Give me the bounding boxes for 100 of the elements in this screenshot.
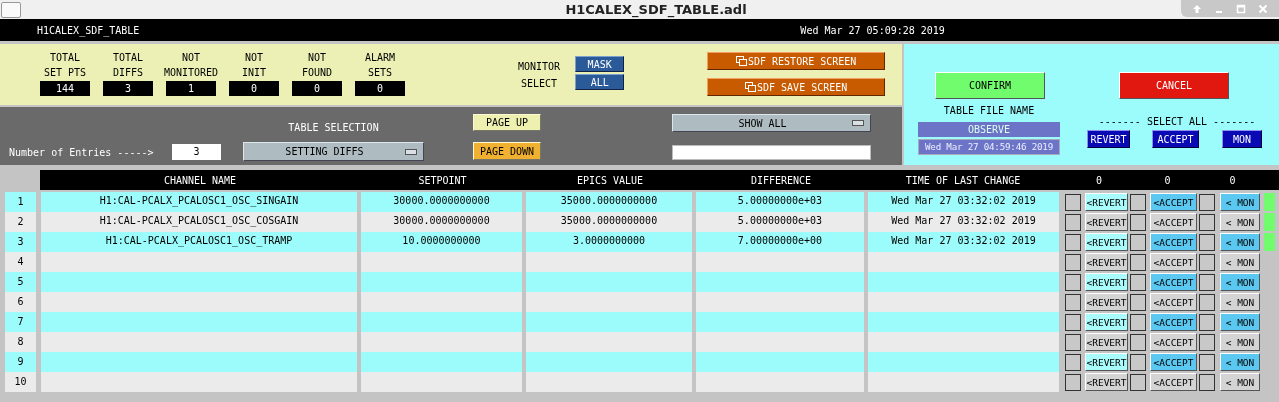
accept-button[interactable]: <ACCEPT — [1150, 233, 1197, 251]
dropdown[interactable]: SHOW ALL — [672, 114, 871, 132]
checkbox[interactable] — [1065, 373, 1081, 391]
checkbox[interactable] — [1199, 193, 1215, 211]
revert-button[interactable]: <REVERT — [1085, 313, 1128, 331]
page-button[interactable]: PAGE UP — [473, 114, 541, 131]
channel-name-cell: H1:CAL-PCALX_PCALOSC1_OSC_SINGAIN — [41, 192, 357, 212]
monitor-option[interactable]: ALL — [575, 74, 625, 90]
close-icon — [1258, 3, 1268, 14]
mon-button[interactable]: < MON — [1220, 333, 1260, 351]
mon-button[interactable]: < MON — [1220, 193, 1260, 211]
checkbox[interactable] — [1199, 373, 1215, 391]
mon-button[interactable]: < MON — [1220, 313, 1260, 331]
accept-button[interactable]: <ACCEPT — [1150, 373, 1197, 391]
minimize-icon — [1216, 10, 1222, 13]
checkbox[interactable] — [1065, 313, 1081, 331]
dropdown[interactable]: SETTING DIFFS — [243, 142, 424, 161]
checkbox[interactable] — [1130, 373, 1146, 391]
difference-cell: 7.00000000e+00 — [696, 232, 864, 252]
windows-icon — [745, 82, 756, 92]
checkbox[interactable] — [1130, 333, 1146, 351]
page-button[interactable]: PAGE DOWN — [473, 142, 541, 160]
checkbox[interactable] — [1199, 233, 1215, 251]
stat-label: ALARM SETS — [364, 51, 396, 80]
difference-cell: 5.00000000e+03 — [696, 192, 864, 212]
revert-button[interactable]: <REVERT — [1085, 233, 1128, 251]
stat-label: NOT MONITORED — [163, 51, 219, 80]
accept-button[interactable]: <ACCEPT — [1150, 213, 1197, 231]
accept-button[interactable]: <ACCEPT — [1150, 333, 1197, 351]
checkbox[interactable] — [1130, 253, 1146, 271]
checkbox[interactable] — [1199, 333, 1215, 351]
checkbox[interactable] — [1199, 293, 1215, 311]
stat-label: TOTAL SET PTS — [43, 51, 87, 80]
checkbox[interactable] — [1130, 233, 1146, 251]
current-datetime: Wed Mar 27 05:09:28 2019 — [800, 24, 945, 36]
select-all-button[interactable]: ACCEPT — [1152, 130, 1199, 148]
checkbox[interactable] — [1199, 213, 1215, 231]
checkbox[interactable] — [1130, 213, 1146, 231]
cancel-button[interactable]: CANCEL — [1119, 72, 1229, 99]
mon-button[interactable]: < MON — [1220, 213, 1260, 231]
epics-value-cell: 35000.0000000000 — [526, 212, 692, 232]
checkbox[interactable] — [1130, 313, 1146, 331]
checkbox[interactable] — [1065, 213, 1081, 231]
stat-label: NOT INIT — [241, 51, 267, 80]
checkbox[interactable] — [1065, 273, 1081, 291]
count-label: 0 — [1095, 174, 1103, 186]
time-cell: Wed Mar 27 03:32:02 2019 — [868, 192, 1059, 212]
accept-button[interactable]: <ACCEPT — [1150, 273, 1197, 291]
accept-button[interactable]: <ACCEPT — [1150, 253, 1197, 271]
time-cell: Wed Mar 27 03:32:02 2019 — [868, 232, 1059, 252]
accept-button[interactable]: <ACCEPT — [1150, 353, 1197, 371]
stat-label: TOTAL DIFFS — [112, 51, 144, 80]
mon-button[interactable]: < MON — [1220, 233, 1260, 251]
checkbox[interactable] — [1130, 353, 1146, 371]
mon-button[interactable]: < MON — [1220, 253, 1260, 271]
checkbox[interactable] — [1065, 333, 1081, 351]
revert-button[interactable]: <REVERT — [1085, 373, 1128, 391]
checkbox[interactable] — [1199, 353, 1215, 371]
checkbox[interactable] — [1130, 193, 1146, 211]
checkbox[interactable] — [1065, 353, 1081, 371]
revert-button[interactable]: <REVERT — [1085, 193, 1128, 211]
row-number: 7 — [5, 312, 36, 332]
checkbox[interactable] — [1065, 253, 1081, 271]
accept-button[interactable]: <ACCEPT — [1150, 193, 1197, 211]
checkbox[interactable] — [1065, 233, 1081, 251]
mon-button[interactable]: < MON — [1220, 373, 1260, 391]
revert-button[interactable]: <REVERT — [1085, 333, 1128, 351]
screen-button[interactable]: SDF RESTORE SCREEN — [707, 52, 886, 70]
channel-name-cell: H1:CAL-PCALX_PCALOSC1_OSC_TRAMP — [41, 232, 357, 252]
checkbox[interactable] — [1199, 273, 1215, 291]
select-all-button[interactable]: REVERT — [1087, 130, 1130, 148]
revert-button[interactable]: <REVERT — [1085, 353, 1128, 371]
accept-button[interactable]: <ACCEPT — [1150, 293, 1197, 311]
entries-field[interactable]: 3 — [172, 143, 221, 160]
screen-button[interactable]: SDF SAVE SCREEN — [707, 78, 886, 96]
checkbox[interactable] — [1199, 313, 1215, 331]
stat-label: NOT FOUND — [301, 51, 333, 80]
time-cell: Wed Mar 27 03:32:02 2019 — [868, 212, 1059, 232]
checkbox[interactable] — [1065, 193, 1081, 211]
stat-value: 144 — [40, 81, 90, 96]
up-arrow-icon — [1192, 3, 1202, 14]
mon-button[interactable]: < MON — [1220, 353, 1260, 371]
revert-button[interactable]: <REVERT — [1085, 213, 1128, 231]
checkbox[interactable] — [1130, 293, 1146, 311]
row-number: 2 — [5, 212, 36, 232]
checkbox[interactable] — [1065, 293, 1081, 311]
window-title: H1CALEX_SDF_TABLE.adl — [564, 2, 748, 17]
stat-value: 0 — [292, 81, 342, 96]
mon-button[interactable]: < MON — [1220, 293, 1260, 311]
monitor-option[interactable]: MASK — [575, 56, 625, 72]
checkbox[interactable] — [1199, 253, 1215, 271]
confirm-button[interactable]: CONFIRM — [935, 72, 1045, 99]
checkbox[interactable] — [1130, 273, 1146, 291]
revert-button[interactable]: <REVERT — [1085, 273, 1128, 291]
select-all-button[interactable]: MON — [1222, 130, 1262, 148]
revert-button[interactable]: <REVERT — [1085, 253, 1128, 271]
accept-button[interactable]: <ACCEPT — [1150, 313, 1197, 331]
text-field[interactable] — [672, 145, 871, 160]
mon-button[interactable]: < MON — [1220, 273, 1260, 291]
revert-button[interactable]: <REVERT — [1085, 293, 1128, 311]
